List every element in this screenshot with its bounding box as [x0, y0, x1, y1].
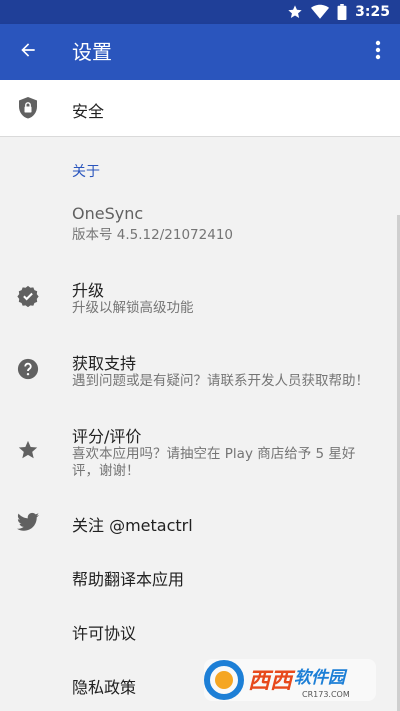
back-button[interactable] [14, 38, 42, 66]
clock-time: 3:25 [355, 4, 390, 20]
setting-rate-title: 评分/评价 [72, 427, 142, 446]
page-title: 设置 [72, 40, 112, 64]
setting-rate-summary-line2: 评，谢谢！ [72, 463, 140, 479]
lock-shield-icon [16, 96, 40, 120]
star-icon [16, 438, 40, 462]
app-name: OneSync [72, 204, 144, 223]
setting-privacy-title: 隐私政策 [72, 678, 137, 697]
more-options-button[interactable] [366, 38, 390, 66]
verified-badge-icon [16, 284, 40, 308]
setting-translate-title: 帮助翻译本应用 [72, 570, 185, 589]
setting-follow-title: 关注 @metactrl [72, 516, 193, 535]
setting-license-title: 许可协议 [72, 624, 137, 643]
help-icon [16, 357, 40, 381]
setting-rate-summary-line1: 喜欢本应用吗？请抽空在 Play 商店给予 5 星好 [72, 446, 356, 462]
twitter-icon [16, 510, 40, 534]
wifi-icon [311, 4, 330, 20]
settings-list: 安全 关于 OneSync 版本号 4.5.12/21072410 升级 升级以… [0, 80, 400, 711]
status-icons: 3:25 [287, 0, 390, 24]
setting-upgrade-title: 升级 [72, 281, 105, 300]
more-vert-icon [375, 40, 381, 64]
setting-security[interactable]: 安全 [0, 80, 400, 136]
app-version: 版本号 4.5.12/21072410 [72, 227, 233, 243]
watermark-logo: 西西 软件园 CR173.COM [198, 655, 380, 707]
category-about: 关于 [72, 164, 100, 180]
svg-text:CR173.COM: CR173.COM [302, 690, 350, 699]
setting-support-summary: 遇到问题或是有疑问？请联系开发人员获取帮助！ [72, 373, 369, 389]
status-bar: 3:25 [0, 0, 400, 24]
arrow-left-icon [18, 40, 38, 64]
battery-icon [337, 4, 347, 20]
divider [0, 136, 400, 137]
svg-text:软件园: 软件园 [294, 668, 348, 688]
svg-text:西西: 西西 [248, 669, 296, 694]
setting-support-title: 获取支持 [72, 354, 137, 373]
app-bar: 设置 [0, 24, 400, 80]
setting-upgrade-summary: 升级以解锁高级功能 [72, 300, 194, 316]
star-icon [287, 4, 303, 20]
setting-security-title: 安全 [72, 102, 105, 121]
